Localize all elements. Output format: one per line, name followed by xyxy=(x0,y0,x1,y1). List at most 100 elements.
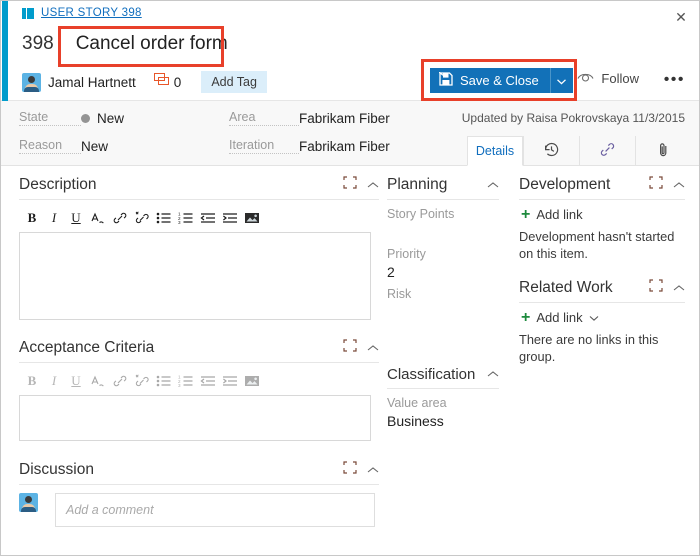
tab-history[interactable] xyxy=(523,136,579,166)
add-tag-button[interactable]: Add Tag xyxy=(201,71,267,93)
indent-icon[interactable] xyxy=(221,209,239,227)
plus-icon: + xyxy=(521,209,530,221)
font-color-icon[interactable] xyxy=(89,372,107,390)
underline-button[interactable]: U xyxy=(67,372,85,390)
unlink-icon[interactable] xyxy=(133,209,151,227)
collapse-chevron-icon[interactable] xyxy=(673,279,685,297)
italic-button[interactable]: I xyxy=(45,209,63,227)
work-item-type-accent-bar xyxy=(2,1,8,101)
field-value-area-value: Business xyxy=(387,413,499,430)
avatar xyxy=(19,493,38,512)
field-state[interactable]: State New xyxy=(19,110,124,126)
related-work-empty-note: There are no links in this group. xyxy=(519,331,685,365)
discussion-title: Discussion xyxy=(19,461,343,479)
insert-link-icon[interactable] xyxy=(111,372,129,390)
tab-links[interactable] xyxy=(579,136,635,166)
italic-button[interactable]: I xyxy=(45,372,63,390)
development-add-link-button[interactable]: + Add link xyxy=(521,207,685,222)
acceptance-criteria-rich-text-toolbar: B I U 123 xyxy=(19,370,379,395)
work-item-title-input[interactable]: Cancel order form xyxy=(68,29,236,59)
bullet-list-icon[interactable] xyxy=(155,372,173,390)
insert-image-icon[interactable] xyxy=(243,372,261,390)
comment-input[interactable]: Add a comment xyxy=(55,493,375,527)
font-color-icon[interactable] xyxy=(89,209,107,227)
column-development: Development + Add link Development hasn'… xyxy=(511,166,699,556)
field-priority[interactable]: Priority 2 xyxy=(387,247,499,281)
field-iteration-value: Fabrikam Fiber xyxy=(299,139,390,154)
development-add-link-label: Add link xyxy=(536,207,582,222)
collapse-chevron-icon[interactable] xyxy=(367,339,379,357)
more-actions-button[interactable]: ••• xyxy=(664,73,685,87)
attachment-icon xyxy=(655,141,672,161)
title-row: 398 Cancel order form xyxy=(22,29,236,59)
outdent-icon[interactable] xyxy=(199,372,217,390)
field-area[interactable]: Area Fabrikam Fiber xyxy=(229,110,390,126)
field-value-area[interactable]: Value area Business xyxy=(387,396,499,430)
follow-label: Follow xyxy=(601,71,639,86)
field-risk[interactable]: Risk xyxy=(387,287,499,321)
outdent-icon[interactable] xyxy=(199,209,217,227)
bullet-list-icon[interactable] xyxy=(155,209,173,227)
chevron-down-icon[interactable] xyxy=(589,310,599,325)
collapse-chevron-icon[interactable] xyxy=(367,461,379,479)
field-reason[interactable]: Reason New xyxy=(19,138,108,154)
description-rich-text-toolbar: B I U 123 xyxy=(19,207,379,232)
numbered-list-icon[interactable]: 123 xyxy=(177,372,195,390)
description-input[interactable] xyxy=(19,232,371,320)
collapse-chevron-icon[interactable] xyxy=(487,365,499,383)
comment-count-value: 0 xyxy=(174,75,182,90)
close-button[interactable]: ✕ xyxy=(669,6,693,28)
insert-image-icon[interactable] xyxy=(243,209,261,227)
assigned-to-field[interactable]: Jamal Hartnett xyxy=(48,75,136,90)
eye-icon xyxy=(577,71,594,86)
form-tabs: Details xyxy=(467,136,691,166)
collapse-chevron-icon[interactable] xyxy=(367,176,379,194)
indent-icon[interactable] xyxy=(221,372,239,390)
section-header-description: Description xyxy=(19,176,379,200)
comment-count[interactable]: 0 xyxy=(154,73,182,91)
planning-title: Planning xyxy=(387,176,487,194)
field-iteration[interactable]: Iteration Fabrikam Fiber xyxy=(229,138,390,154)
related-work-add-link-button[interactable]: + Add link xyxy=(521,310,685,325)
numbered-list-icon[interactable]: 123 xyxy=(177,209,195,227)
column-planning: Planning Story Points Priority 2 Risk xyxy=(379,166,511,556)
tab-details[interactable]: Details xyxy=(467,136,523,166)
field-iteration-label: Iteration xyxy=(229,138,299,154)
acceptance-criteria-title: Acceptance Criteria xyxy=(19,339,343,357)
field-state-value: New xyxy=(97,111,124,126)
breadcrumb-link[interactable]: USER STORY 398 xyxy=(41,7,142,19)
work-item-header: ✕ USER STORY 398 398 Cancel order form J… xyxy=(1,1,699,101)
tab-details-label: Details xyxy=(476,144,514,158)
maximize-icon[interactable] xyxy=(343,339,357,357)
section-header-planning: Planning xyxy=(387,176,499,200)
comment-icon xyxy=(154,73,169,91)
maximize-icon[interactable] xyxy=(649,279,663,297)
follow-button[interactable]: Follow xyxy=(577,71,639,86)
field-priority-value: 2 xyxy=(387,264,499,281)
unlink-icon[interactable] xyxy=(133,372,151,390)
development-title: Development xyxy=(519,176,649,194)
classification-title: Classification xyxy=(387,366,487,383)
field-story-points[interactable]: Story Points xyxy=(387,207,499,241)
field-state-label: State xyxy=(19,110,81,126)
section-header-related-work: Related Work xyxy=(519,279,685,303)
field-story-points-label: Story Points xyxy=(387,207,499,221)
insert-link-icon[interactable] xyxy=(111,209,129,227)
section-header-classification: Classification xyxy=(387,365,499,389)
save-and-close-button[interactable]: Save & Close xyxy=(430,68,550,93)
bold-button[interactable]: B xyxy=(23,372,41,390)
state-dot-icon xyxy=(81,114,90,123)
collapse-chevron-icon[interactable] xyxy=(673,176,685,194)
bold-button[interactable]: B xyxy=(23,209,41,227)
maximize-icon[interactable] xyxy=(649,176,663,194)
work-item-field-strip: State New Reason New Area Fabrikam Fiber… xyxy=(1,101,699,166)
save-options-dropdown-button[interactable] xyxy=(550,68,573,93)
section-header-development: Development xyxy=(519,176,685,200)
field-reason-value: New xyxy=(81,139,108,154)
underline-button[interactable]: U xyxy=(67,209,85,227)
maximize-icon[interactable] xyxy=(343,461,357,479)
acceptance-criteria-input[interactable] xyxy=(19,395,371,441)
tab-attachments[interactable] xyxy=(635,136,691,166)
collapse-chevron-icon[interactable] xyxy=(487,176,499,194)
maximize-icon[interactable] xyxy=(343,176,357,194)
